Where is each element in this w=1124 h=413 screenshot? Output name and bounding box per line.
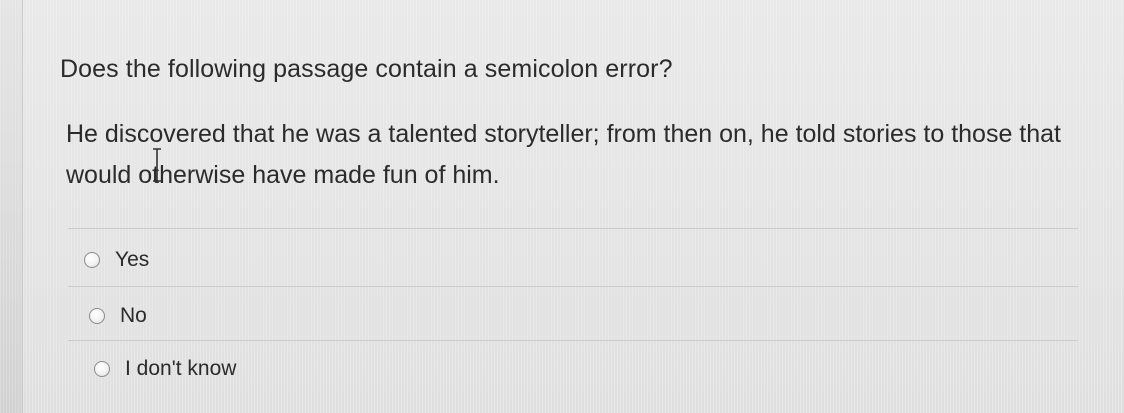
option-dont-know[interactable]: I don't know — [94, 357, 236, 381]
option-no-label: No — [120, 304, 147, 327]
radio-dont-know[interactable] — [94, 361, 110, 377]
option-yes-label: Yes — [115, 248, 150, 271]
question-passage: He discovered that he was a talented sto… — [66, 120, 1061, 189]
divider — [68, 228, 1078, 229]
screen-background: Does the following passage contain a sem… — [0, 0, 1124, 413]
radio-no[interactable] — [89, 308, 105, 324]
divider — [68, 286, 1078, 287]
question-prompt: Does the following passage contain a sem… — [60, 55, 673, 83]
option-dont-know-label: I don't know — [125, 357, 237, 380]
text-cursor-icon — [153, 148, 161, 182]
option-no[interactable]: No — [89, 304, 147, 328]
radio-yes[interactable] — [84, 252, 100, 268]
option-yes[interactable]: Yes — [84, 248, 149, 272]
divider — [68, 340, 1078, 341]
